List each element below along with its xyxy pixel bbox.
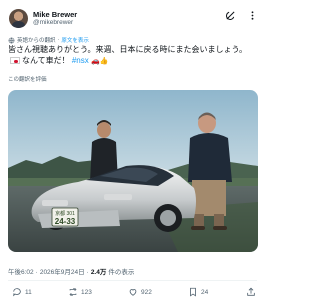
reply-button[interactable]: 11 (12, 287, 32, 297)
show-original-link[interactable]: 原文を表示 (61, 36, 89, 44)
translate-icon (8, 37, 15, 43)
more-options-icon[interactable] (246, 9, 258, 21)
tweet-meta: 午後6:02 · 2026年9月24日 · 2.4万 件の表示 (8, 266, 134, 276)
japan-flag-icon (10, 57, 20, 64)
bookmark-button[interactable]: 24 (188, 287, 208, 297)
car-emoji-icon: 🚗 (90, 58, 100, 65)
heart-icon (129, 289, 137, 296)
action-bar: 11 123 922 24 (8, 287, 258, 299)
author-handle[interactable]: @mikebrewer (33, 19, 73, 26)
view-count-label: 件の表示 (108, 269, 135, 276)
like-button[interactable]: 922 (128, 287, 152, 297)
grok-icon[interactable] (224, 9, 236, 21)
translation-row: 英語からの翻訳 · 原文を表示 (8, 36, 89, 44)
tweet-text: 皆さん視聴ありがとう。来週、日本に戻る時にまた会いましょう。なんて車だ！ #ns… (8, 44, 258, 67)
share-icon (247, 287, 255, 296)
hashtag-link[interactable]: #nsx (72, 56, 89, 65)
view-count: 2.4万 (90, 269, 107, 276)
rate-translation-link[interactable]: この翻訳を評価 (8, 75, 47, 83)
tweet-photo[interactable]: 京都 301 24-33 (8, 90, 258, 252)
plate-region: 京都 301 (55, 210, 75, 217)
translation-source: 英語からの翻訳 (17, 38, 56, 44)
share-button[interactable] (246, 287, 256, 297)
repost-count: 123 (81, 288, 92, 296)
tweet-body-end: なんて車だ！ (22, 56, 70, 65)
tweet-time[interactable]: 午後6:02 (8, 266, 34, 276)
bookmark-count: 24 (201, 288, 209, 296)
repost-button[interactable]: 123 (68, 287, 92, 297)
avatar[interactable] (9, 9, 28, 28)
author-name[interactable]: Mike Brewer (33, 10, 77, 19)
like-count: 922 (141, 288, 152, 296)
thumbs-up-emoji-icon: 👍 (99, 58, 109, 65)
reply-icon (13, 288, 21, 297)
tweet-date[interactable]: 2026年9月24日 (40, 266, 85, 276)
tweet-body: 皆さん視聴ありがとう。来週、日本に戻る時にまた会いましょう。 (8, 45, 248, 54)
plate-number: 24-33 (55, 217, 76, 226)
reply-count: 11 (25, 288, 32, 296)
divider (8, 280, 257, 281)
repost-icon (69, 287, 77, 297)
bookmark-icon (190, 287, 196, 297)
